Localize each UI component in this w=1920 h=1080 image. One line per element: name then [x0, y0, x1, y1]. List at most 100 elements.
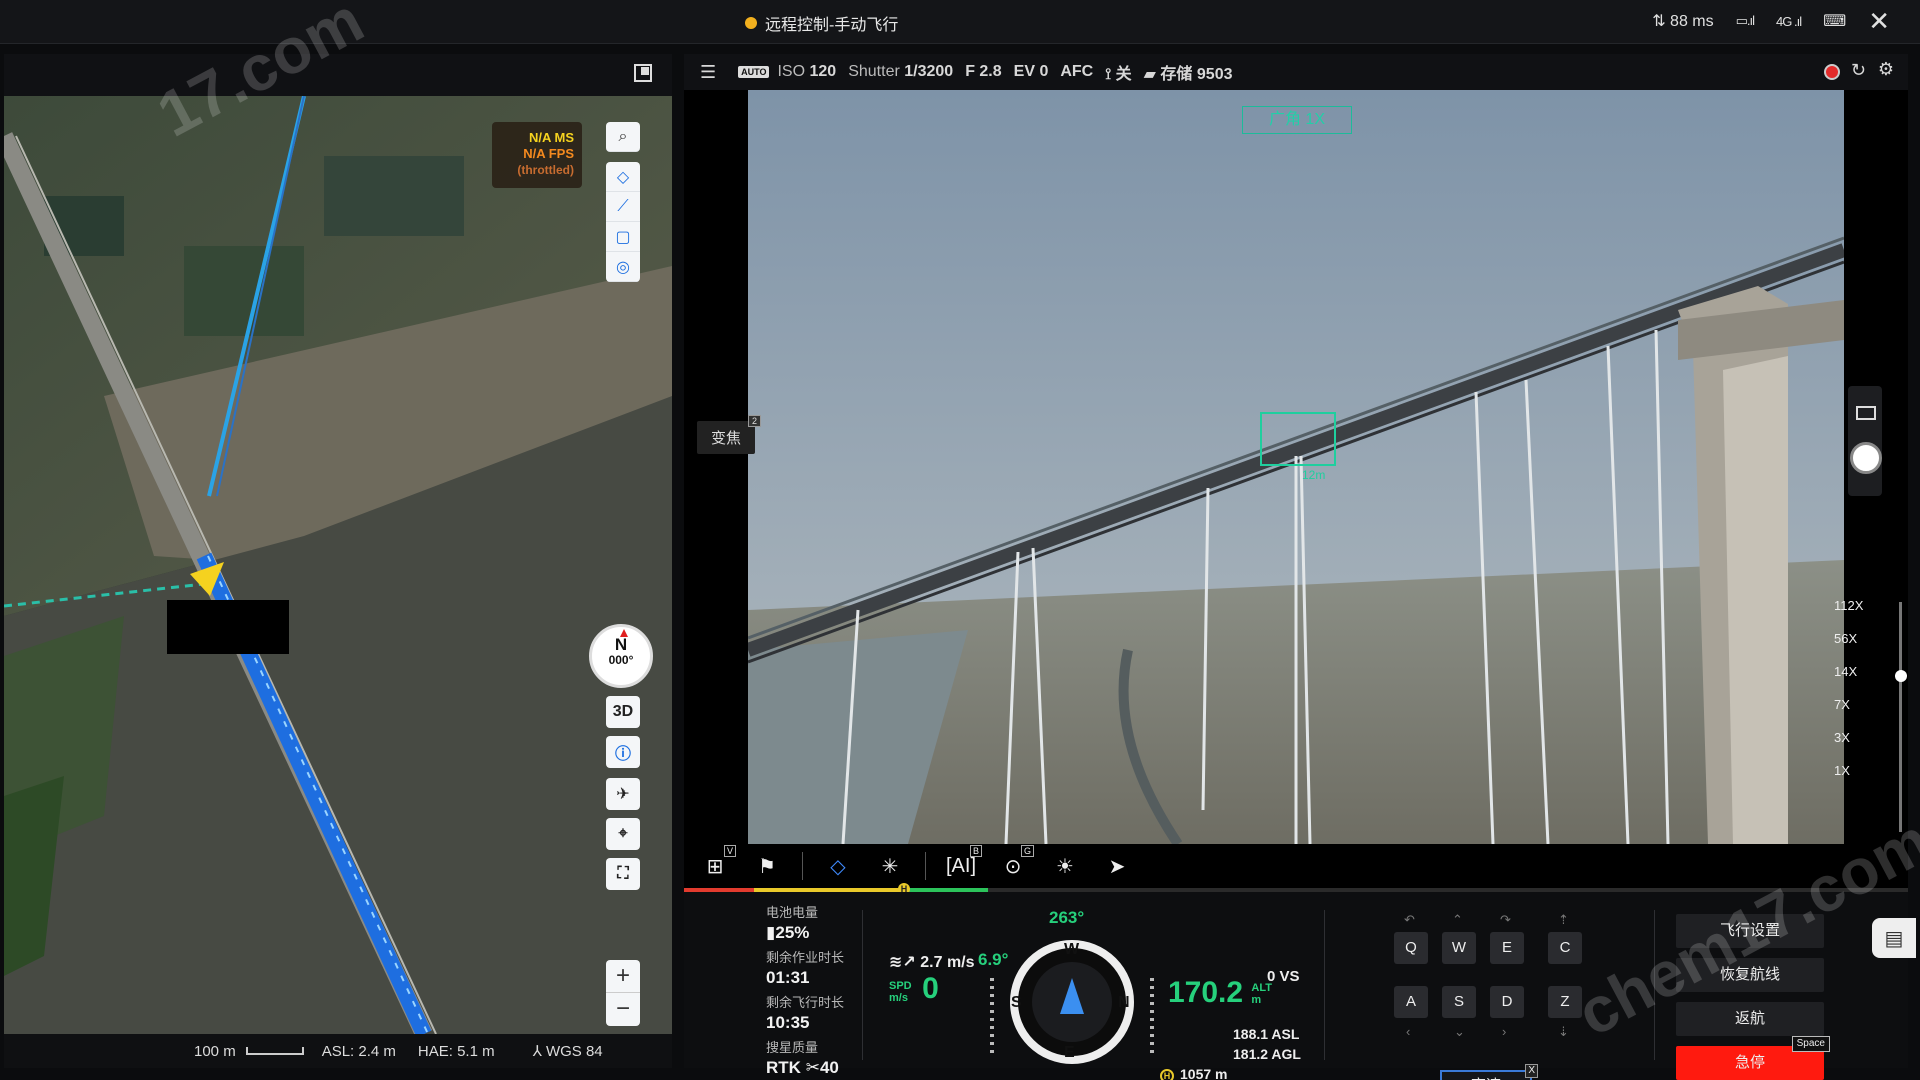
- circle-icon: ◎: [616, 258, 630, 276]
- gimbal-pitch: 6.9°: [978, 950, 1009, 969]
- aircraft-arrow-icon: [1060, 978, 1084, 1014]
- target-frame: [1260, 412, 1336, 466]
- refresh-icon[interactable]: ↻: [1851, 60, 1866, 81]
- map-view[interactable]: N/A MS N/A FPS (throttled) ⌕ ◇ ⟋ ▢ ◎ N 0…: [4, 96, 672, 1034]
- view-3d-button[interactable]: 3D: [606, 696, 640, 728]
- iso-setting[interactable]: ISO 120: [777, 63, 836, 81]
- target-shortcut: G: [1020, 845, 1034, 857]
- line-tool-button[interactable]: ⟋: [606, 192, 640, 222]
- marker-button[interactable]: ◇: [821, 849, 855, 883]
- key-q[interactable]: Q: [1394, 932, 1428, 964]
- chat-button[interactable]: ▤: [1872, 918, 1916, 958]
- key-w[interactable]: W: [1442, 932, 1476, 964]
- flight-settings-button[interactable]: 飞行设置: [1676, 914, 1824, 948]
- telemetry-divider: [1654, 910, 1655, 1060]
- attitude-compass: W S N E: [1010, 940, 1134, 1064]
- polygon-tool-button[interactable]: ▢: [606, 222, 640, 252]
- map-compass[interactable]: N 000°: [589, 624, 653, 688]
- camera-feed[interactable]: [748, 90, 1844, 844]
- remaining-flight-label: 剩余飞行时长: [766, 995, 845, 1010]
- view-3d-label: 3D: [612, 703, 634, 720]
- speed-value: 0: [922, 972, 939, 1005]
- light-button[interactable]: ☀: [1048, 849, 1082, 883]
- circle-tool-button[interactable]: ◎: [606, 252, 640, 282]
- ev-value[interactable]: EV 0: [1014, 63, 1049, 81]
- gps-count: 40: [819, 1058, 839, 1077]
- pin-tool-button[interactable]: ◇: [606, 162, 640, 192]
- zoom-mode-button[interactable]: 变焦 2: [697, 415, 762, 454]
- grid-toggle-button[interactable]: ⊞ V: [698, 845, 736, 883]
- navigation-icon: ➤: [1108, 855, 1126, 878]
- ai-detect-button[interactable]: [AI] B: [944, 845, 982, 883]
- stabilize-button[interactable]: ✳: [873, 849, 907, 883]
- map-tools: ⌕ ◇ ⟋ ▢ ◎: [606, 122, 640, 282]
- high-speed-shortcut: X: [1525, 1064, 1538, 1078]
- back-hint-icon: ⌄: [1454, 1024, 1465, 1039]
- keyboard-icon[interactable]: ⌨: [1823, 11, 1846, 31]
- forward-hint-icon: ⌃: [1452, 912, 1463, 927]
- auto-mode-icon[interactable]: AUTO: [738, 66, 770, 78]
- zoom-out-button[interactable]: −: [616, 995, 630, 1022]
- zoom-level-3x[interactable]: 3X: [1834, 730, 1850, 745]
- resume-route-button[interactable]: 恢复航线: [1676, 958, 1824, 992]
- zoom-mode-shortcut: 2: [748, 415, 762, 427]
- sd-card-icon: ▰: [1143, 66, 1156, 83]
- key-e[interactable]: E: [1490, 932, 1524, 964]
- photo-mode-icon[interactable]: [1856, 406, 1876, 420]
- close-icon[interactable]: ✕: [1868, 8, 1890, 34]
- aperture-value[interactable]: F 2.8: [965, 63, 1001, 81]
- performance-overlay: N/A MS N/A FPS (throttled): [492, 122, 582, 188]
- map-satellite-image: [4, 96, 672, 1034]
- target-lock-button[interactable]: ⊙ G: [996, 845, 1034, 883]
- grid-shortcut: V: [723, 845, 736, 857]
- high-speed-button[interactable]: 高速X: [1440, 1064, 1538, 1080]
- zoom-slider[interactable]: [1846, 592, 1908, 842]
- aircraft-locate-button[interactable]: ✈: [606, 778, 640, 810]
- emergency-stop-button[interactable]: 急停 Space: [1676, 1036, 1830, 1080]
- shutter-setting[interactable]: Shutter 1/3200: [848, 63, 953, 81]
- battery-icon: ▮: [766, 923, 776, 942]
- zoom-level-14x[interactable]: 14X: [1834, 664, 1857, 679]
- gps-value: RTK: [766, 1058, 801, 1077]
- navigation-button[interactable]: ➤: [1100, 849, 1134, 883]
- key-c[interactable]: C: [1548, 932, 1582, 964]
- cellular-indicator: 4G .ıl: [1776, 13, 1802, 29]
- remaining-work-value: 01:31: [766, 968, 810, 987]
- my-location-button[interactable]: ⌖: [606, 818, 640, 850]
- sun-icon: ☀: [1056, 855, 1074, 878]
- chat-icon: ▤: [1884, 927, 1904, 950]
- home-distance: 1057 m: [1180, 1066, 1228, 1080]
- zoom-level-7x[interactable]: 7X: [1834, 697, 1850, 712]
- key-s[interactable]: S: [1442, 986, 1476, 1018]
- dewarp-setting[interactable]: ⟟ 关: [1105, 60, 1131, 84]
- settings-list-icon[interactable]: ☰: [700, 62, 716, 83]
- key-d[interactable]: D: [1490, 986, 1524, 1018]
- beacon-button[interactable]: ⚑: [750, 849, 784, 883]
- zoom-level-1x[interactable]: 1X: [1834, 763, 1850, 778]
- return-home-button[interactable]: 返航: [1676, 1002, 1824, 1036]
- shutter-button[interactable]: [1850, 442, 1882, 474]
- key-z[interactable]: Z: [1548, 986, 1582, 1018]
- fit-view-button[interactable]: ⛶: [606, 858, 640, 890]
- zoom-level-56x[interactable]: 56X: [1834, 631, 1857, 646]
- zoom-in-button[interactable]: +: [606, 960, 640, 993]
- zoom-mode-label: 变焦: [711, 430, 742, 447]
- map-search-button[interactable]: ⌕: [606, 122, 640, 152]
- shutter-label: Shutter: [848, 63, 900, 80]
- key-a[interactable]: A: [1394, 986, 1428, 1018]
- altitude-agl: 181.2 AGL: [1233, 1046, 1301, 1062]
- info-button[interactable]: ⓘ: [606, 736, 640, 768]
- emergency-stop-label: 急停: [1734, 1054, 1765, 1071]
- record-button[interactable]: [1824, 64, 1840, 80]
- remaining-flight-value: 10:35: [766, 1013, 810, 1032]
- redaction-block: [167, 600, 289, 654]
- focus-mode[interactable]: AFC: [1060, 63, 1093, 81]
- scale-bar: [245, 1047, 304, 1055]
- toolbar-divider: [802, 852, 803, 880]
- expand-icon[interactable]: [634, 64, 652, 82]
- zoom-knob[interactable]: [1895, 670, 1907, 682]
- zoom-level-112x[interactable]: 112X: [1834, 598, 1863, 613]
- datum-indicator: ⅄ WGS 84: [533, 1042, 603, 1060]
- altitude-unit: m: [1251, 994, 1262, 1006]
- gear-icon[interactable]: ⚙: [1878, 59, 1894, 80]
